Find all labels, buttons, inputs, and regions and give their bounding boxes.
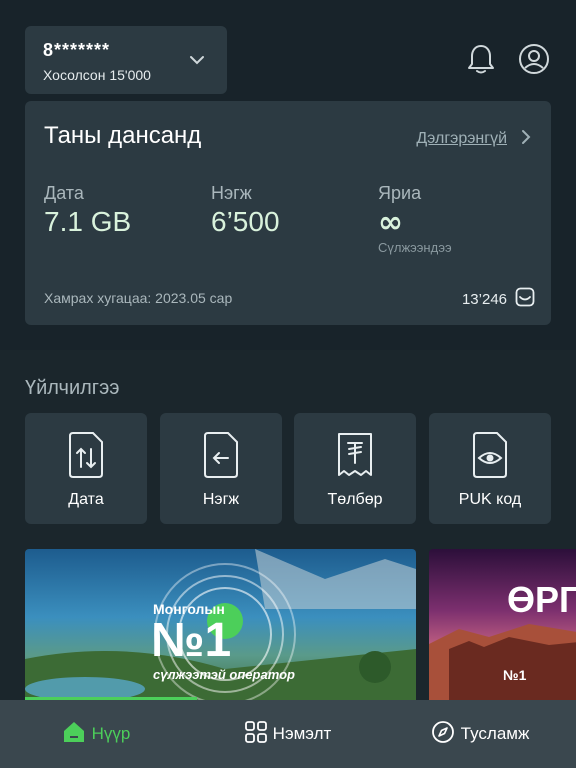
- points-value: 13’246: [461, 291, 507, 308]
- service-label: Нэгж: [202, 491, 240, 508]
- banner2-badge: №1: [503, 667, 527, 683]
- account-plan: Хосолсон 15'000: [43, 67, 151, 83]
- banner-line3: сүлжээтэй оператор: [153, 667, 295, 682]
- stat-label: Яриа: [378, 183, 422, 203]
- banner2-title: ӨРГ: [507, 579, 576, 620]
- stat-value: 6’500: [211, 206, 280, 237]
- service-payment[interactable]: Төлбөр: [294, 413, 416, 524]
- profile-icon[interactable]: [518, 43, 550, 80]
- details-link[interactable]: Дэлгэрэнгүй: [416, 130, 507, 148]
- promo-banner[interactable]: Монголын №1 сүлжээтэй оператор: [25, 549, 416, 701]
- stat-note: Сүлжээндээ: [378, 240, 452, 255]
- stat-calls: Яриа ∞ Сүлжээндээ: [378, 183, 452, 255]
- stat-units: Нэгж 6’500: [211, 183, 280, 238]
- home-icon: [62, 720, 86, 749]
- stat-label: Нэгж: [211, 183, 252, 203]
- compass-icon: [431, 720, 455, 749]
- balance-card: Таны дансанд Дэлгэрэнгүй Дата 7.1 GB Нэг…: [25, 101, 551, 325]
- service-puk[interactable]: PUK код: [429, 413, 551, 524]
- stat-label: Дата: [44, 183, 84, 203]
- nav-label: Тусламж: [460, 724, 530, 743]
- service-units[interactable]: Нэгж: [160, 413, 282, 524]
- service-label: PUK код: [458, 491, 522, 508]
- nav-label: Нүүр: [91, 724, 131, 743]
- services-title: Үйлчилгээ: [25, 377, 120, 399]
- account-selector[interactable]: 8******* Хосолсон 15'000: [25, 26, 227, 94]
- banner-line2: №1: [151, 614, 232, 667]
- chevron-right-icon[interactable]: [521, 129, 531, 150]
- promo-banner-2[interactable]: ӨРГ №1: [429, 549, 576, 701]
- bell-icon[interactable]: [466, 43, 496, 80]
- nav-extras[interactable]: Нэмэлт: [192, 700, 384, 768]
- card-title: Таны дансанд: [44, 122, 202, 149]
- stat-data: Дата 7.1 GB: [44, 183, 131, 238]
- smile-wallet-icon: [515, 287, 535, 312]
- nav-help[interactable]: Тусламж: [384, 700, 576, 768]
- grid-icon: [244, 720, 267, 748]
- nav-label: Нэмэлт: [272, 724, 332, 743]
- infinity-value: ∞: [378, 205, 403, 240]
- account-number: 8*******: [43, 40, 111, 60]
- points-badge[interactable]: 13’246: [462, 287, 535, 312]
- service-data[interactable]: Дата: [25, 413, 147, 524]
- nav-home[interactable]: Нүүр: [0, 700, 192, 768]
- bottom-nav: Нүүр Нэмэлт Тусламж: [0, 700, 576, 768]
- service-label: Төлбөр: [327, 491, 383, 508]
- validity-period: Хамрах хугацаа: 2023.05 сар: [44, 290, 233, 306]
- chevron-down-icon: [189, 52, 205, 70]
- service-label: Дата: [68, 491, 104, 508]
- stat-value: 7.1 GB: [44, 206, 132, 237]
